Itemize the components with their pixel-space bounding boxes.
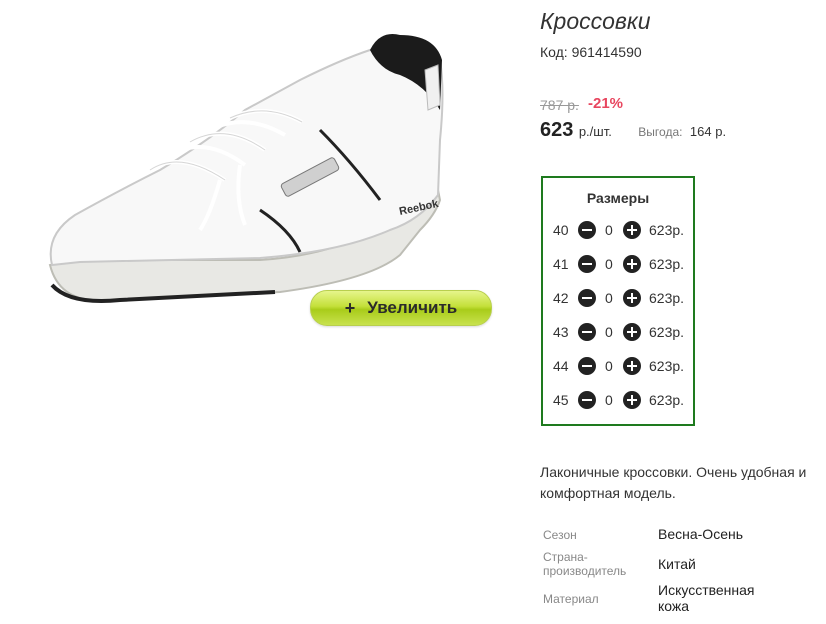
property-label-country-line1: Страна-	[543, 550, 588, 564]
size-row: 45 0 623р.	[553, 390, 693, 410]
plus-icon[interactable]	[623, 323, 641, 341]
plus-icon[interactable]	[623, 357, 641, 375]
minus-icon[interactable]	[578, 289, 596, 307]
product-description: Лаконичные кроссовки. Очень удобная и ко…	[540, 464, 807, 501]
minus-icon[interactable]	[578, 221, 596, 239]
old-price: 787 р.	[540, 97, 579, 113]
plus-icon[interactable]	[623, 289, 641, 307]
size-quantity: 0	[605, 324, 613, 340]
sizes-title: Размеры	[586, 190, 650, 206]
product-title: Кроссовки	[540, 8, 651, 34]
minus-icon[interactable]	[578, 357, 596, 375]
size-quantity: 0	[605, 290, 613, 306]
plus-icon[interactable]	[623, 255, 641, 273]
property-value-material-line1: Искусственная	[658, 582, 755, 598]
property-value-material-line2: кожа	[658, 598, 690, 614]
plus-icon[interactable]	[623, 391, 641, 409]
sneaker-image: Reebok	[48, 34, 444, 303]
size-price: 623р.	[649, 392, 685, 408]
size-price: 623р.	[649, 290, 685, 306]
property-label-country-line2: производитель	[543, 564, 627, 578]
size-row: 43 0 623р.	[553, 322, 693, 342]
size-price: 623р.	[649, 358, 685, 374]
size-row: 41 0 623р.	[553, 254, 693, 274]
size-quantity: 0	[605, 392, 613, 408]
plus-icon[interactable]	[623, 221, 641, 239]
size-quantity: 0	[605, 222, 613, 238]
size-price: 623р.	[649, 324, 685, 340]
size-price: 623р.	[649, 222, 685, 238]
property-value-country: Китай	[658, 556, 696, 572]
size-number: 45	[553, 392, 569, 408]
size-number: 40	[553, 222, 569, 238]
size-number: 41	[553, 256, 569, 272]
minus-icon[interactable]	[578, 323, 596, 341]
size-row: 42 0 623р.	[553, 288, 693, 308]
size-quantity: 0	[605, 358, 613, 374]
property-label-material: Материал	[543, 592, 599, 606]
saving-value: 164 р.	[689, 124, 727, 139]
saving-label: Выгода:	[638, 125, 683, 139]
size-number: 42	[553, 290, 569, 306]
price-unit: р./шт.	[578, 124, 612, 139]
plus-icon: +	[344, 297, 356, 318]
size-number: 44	[553, 358, 569, 374]
zoom-button[interactable]: + Увеличить	[310, 290, 492, 326]
product-code: Код: 961414590	[540, 44, 642, 60]
current-price: 623	[540, 119, 574, 141]
size-row: 40 0 623р.	[553, 220, 693, 240]
sizes-panel: Размеры 40 0 623р. 41 0 623р. 42 0 623р.…	[541, 176, 695, 426]
minus-icon[interactable]	[578, 255, 596, 273]
size-number: 43	[553, 324, 569, 340]
minus-icon[interactable]	[578, 391, 596, 409]
size-price: 623р.	[649, 256, 685, 272]
product-photo[interactable]: Reebok + Увеличить	[0, 0, 510, 340]
zoom-button-label: Увеличить	[367, 298, 458, 317]
property-value-season: Весна-Осень	[658, 526, 744, 542]
size-quantity: 0	[605, 256, 613, 272]
size-row: 44 0 623р.	[553, 356, 693, 376]
discount-badge: -21%	[588, 95, 624, 112]
price-row: 623 р./шт. Выгода: 164 р.	[540, 119, 726, 142]
property-label-season: Сезон	[543, 528, 577, 542]
